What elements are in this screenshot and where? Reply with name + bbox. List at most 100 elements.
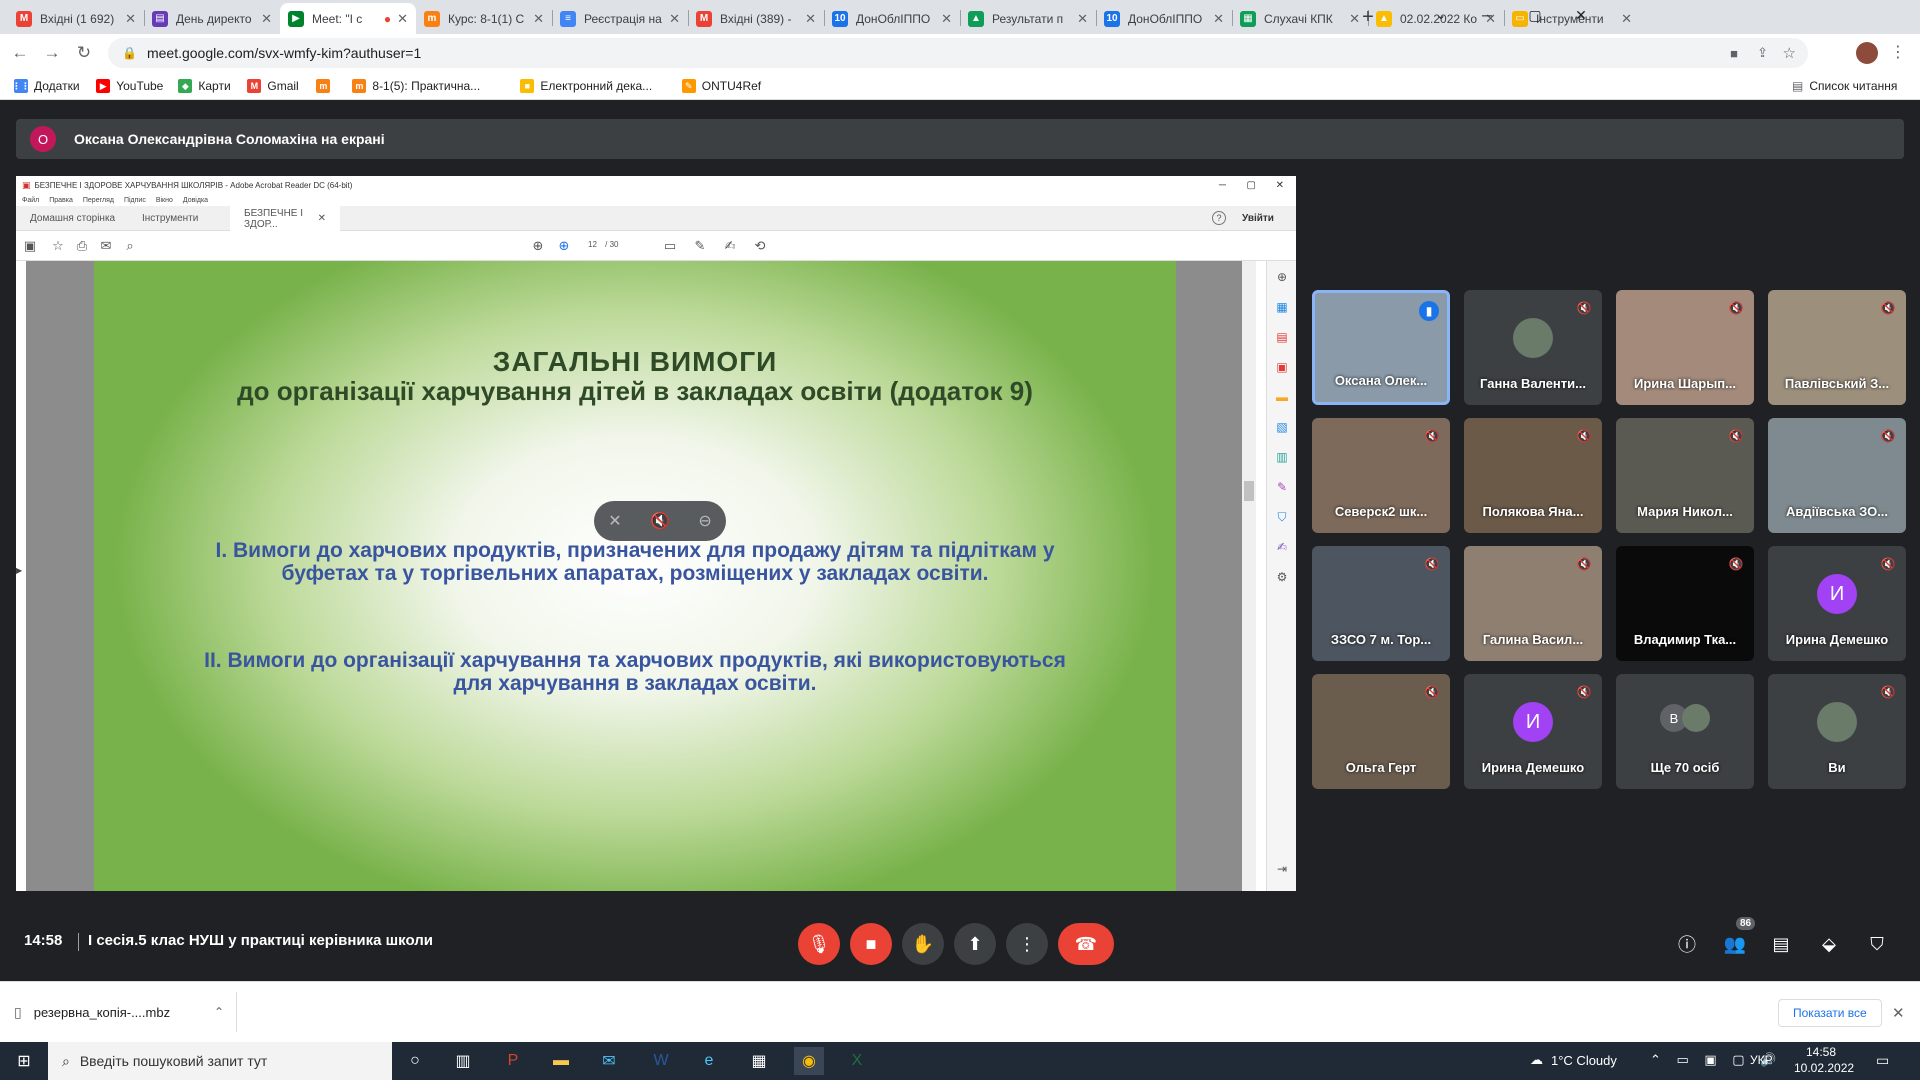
acrobat-tab-home[interactable]: Домашня сторінка	[16, 206, 129, 231]
acrobat-tab-document[interactable]: БЕЗПЕЧНЕ І ЗДОР... ✕	[230, 206, 340, 231]
close-tab-icon[interactable]: ✕	[941, 11, 952, 27]
more-options-button[interactable]: ⋮	[1006, 923, 1048, 965]
acrobat-menu-item[interactable]: Підпис	[124, 197, 146, 204]
remove-icon[interactable]: ⊖	[698, 511, 711, 531]
participant-tile[interactable]: И 🔇 Ирина Демешко	[1768, 546, 1906, 661]
print-icon[interactable]: ⎙	[74, 238, 90, 254]
participant-tile[interactable]: 🔇 Мария Никол...	[1616, 418, 1754, 533]
browser-tab[interactable]: 10 ДонОблІППО ✕	[1096, 3, 1232, 34]
participant-tile[interactable]: 🔇 Галина Васил...	[1464, 546, 1602, 661]
file-explorer-icon[interactable]: ▬	[546, 1047, 576, 1075]
participant-tile[interactable]: 🔇 ЗЗСО 7 м. Тор...	[1312, 546, 1450, 661]
close-tab-icon[interactable]: ✕	[1621, 11, 1632, 27]
chevron-up-icon[interactable]: ⌃	[214, 1005, 224, 1019]
notifications-icon[interactable]: ▭	[1876, 1052, 1889, 1069]
bookmark-item[interactable]: ◆ Карти	[178, 76, 231, 96]
browser-tab[interactable]: M Вхідні (389) - ✕	[688, 3, 824, 34]
fill-sign-icon[interactable]: ✎	[1274, 479, 1290, 495]
weather-widget[interactable]: ☁ 1°C Cloudy	[1530, 1052, 1617, 1068]
minimize-icon[interactable]: ─	[1464, 0, 1510, 30]
meeting-details-button[interactable]: ⓘ	[1674, 931, 1700, 957]
close-window-icon[interactable]: ✕	[1558, 0, 1604, 30]
participant-tile[interactable]: 🔇 Полякова Яна...	[1464, 418, 1602, 533]
comment-tool-icon[interactable]: ▬	[1274, 389, 1290, 405]
acrobat-menu-item[interactable]: Правка	[49, 197, 73, 204]
language-indicator[interactable]: УКР	[1750, 1053, 1773, 1067]
close-tab-icon[interactable]: ✕	[125, 11, 136, 27]
sign-tool-icon[interactable]: ✍	[1274, 539, 1290, 555]
bookmark-item[interactable]: m	[316, 76, 336, 96]
edit-pdf-icon[interactable]: ▣	[1274, 359, 1290, 375]
participant-tile[interactable]: 🔇 Ирина Шарып...	[1616, 290, 1754, 405]
tab-search-icon[interactable]: ⌄	[1418, 0, 1464, 30]
create-pdf-icon[interactable]: ▤	[1274, 329, 1290, 345]
pen-icon[interactable]: ✎	[692, 238, 708, 254]
edge-icon[interactable]: e	[694, 1047, 724, 1075]
profile-avatar[interactable]	[1856, 42, 1878, 64]
page-up-icon[interactable]: ⊕	[530, 238, 546, 254]
scroll-thumb[interactable]	[1244, 481, 1254, 501]
bookmark-item[interactable]: ▶ YouTube	[96, 76, 163, 96]
bookmark-item[interactable]: M Gmail	[247, 76, 299, 96]
mail-icon[interactable]: ✉	[594, 1047, 624, 1075]
end-call-button[interactable]: ☎	[1058, 923, 1114, 965]
acrobat-menu-item[interactable]: Вікно	[156, 197, 173, 204]
participant-tile[interactable]: ▮ Оксана Олек...	[1312, 290, 1450, 405]
windows-start-icon[interactable]: ⊞	[9, 1047, 39, 1075]
left-collapse-icon[interactable]: ▶	[16, 566, 22, 575]
participant-tile[interactable]: 🔇 Владимир Тка...	[1616, 546, 1754, 661]
activities-button[interactable]: ⬙	[1816, 931, 1842, 957]
acrobat-tab-tools[interactable]: Інструменти	[128, 206, 212, 231]
taskbar-clock[interactable]: 14:58 10.02.2022	[1794, 1044, 1854, 1076]
page-number-field[interactable]: 12 / 30	[588, 240, 618, 249]
export-pdf-icon[interactable]: ▦	[1274, 299, 1290, 315]
close-tab-icon[interactable]: ✕	[1213, 11, 1224, 27]
browser-tab[interactable]: ▲ Результати п ✕	[960, 3, 1096, 34]
screen-share[interactable]: ▣ БЕЗПЕЧНЕ І ЗДОРОВЕ ХАРЧУВАННЯ ШКОЛЯРІВ…	[16, 176, 1296, 891]
comment-icon[interactable]: ▭	[662, 238, 678, 254]
people-button[interactable]: 👥 86	[1722, 917, 1756, 957]
protect-icon[interactable]: ⛉	[1274, 509, 1290, 525]
mute-audio-icon[interactable]: 🔇	[650, 511, 670, 531]
camera-indicator-icon[interactable]: ■	[1730, 46, 1738, 61]
participant-tile[interactable]: 🔇 Ольга Герт	[1312, 674, 1450, 789]
forward-icon[interactable]: →	[38, 39, 66, 67]
browser-tab[interactable]: ▶ Meet: "I с ● ✕	[280, 3, 416, 34]
cortana-icon[interactable]: ○	[400, 1047, 430, 1075]
zoom-icon[interactable]: ⊕	[1274, 269, 1290, 285]
camera-toggle-button[interactable]: ■	[850, 923, 892, 965]
maximize-icon[interactable]: ▢	[1512, 0, 1558, 30]
bookmark-star-icon[interactable]: ☆	[1783, 44, 1796, 62]
reading-list-button[interactable]: ▤ Список читання	[1792, 76, 1897, 96]
star-icon[interactable]: ☆	[50, 238, 66, 254]
participant-tile[interactable]: 🔇 Ви	[1768, 674, 1906, 789]
collapse-panel-icon[interactable]: ⇥	[1274, 861, 1290, 877]
close-shelf-icon[interactable]: ✕	[1892, 1004, 1905, 1022]
browser-tab[interactable]: ≡ Реєстрація на ✕	[552, 3, 688, 34]
reload-icon[interactable]: ↻	[70, 39, 98, 67]
vertical-scrollbar[interactable]	[1242, 261, 1256, 891]
sign-icon[interactable]: ✍	[722, 238, 738, 254]
show-all-button[interactable]: Показати все	[1778, 999, 1882, 1027]
save-icon[interactable]: ▣	[22, 238, 38, 254]
taskbar-search[interactable]: ⌕ Введіть пошуковий запит тут	[48, 1042, 392, 1080]
signin-link[interactable]: Увійти	[1242, 213, 1274, 224]
bookmark-item[interactable]: ✎ ONTU4Ref	[681, 76, 761, 96]
acrobat-menu-item[interactable]: Перегляд	[83, 197, 114, 204]
back-icon[interactable]: ←	[6, 39, 34, 67]
participant-tile[interactable]: 🔇 Ганна Валенти...	[1464, 290, 1602, 405]
mic-toggle-button[interactable]: 🎙	[798, 923, 840, 965]
page-down-icon[interactable]: ⊕	[556, 238, 572, 254]
new-tab-button[interactable]: +	[1354, 3, 1382, 31]
word-icon[interactable]: W	[646, 1047, 676, 1075]
acrobat-minimize-icon[interactable]: ─	[1219, 180, 1226, 191]
acrobat-menu-item[interactable]: Файл	[22, 197, 39, 204]
browser-tab[interactable]: ▤ День директо ✕	[144, 3, 280, 34]
unpin-icon[interactable]: ✕	[608, 511, 621, 531]
close-tab-icon[interactable]: ✕	[1077, 11, 1088, 27]
host-controls-button[interactable]: ⛉	[1864, 931, 1890, 957]
participant-tile[interactable]: 🔇 Авдіївська ЗО...	[1768, 418, 1906, 533]
bookmark-item[interactable]: ⋮⋮ Додатки	[12, 76, 80, 96]
excel-icon[interactable]: X	[842, 1047, 872, 1075]
participant-tile[interactable]: 🔇 Павлівський З...	[1768, 290, 1906, 405]
